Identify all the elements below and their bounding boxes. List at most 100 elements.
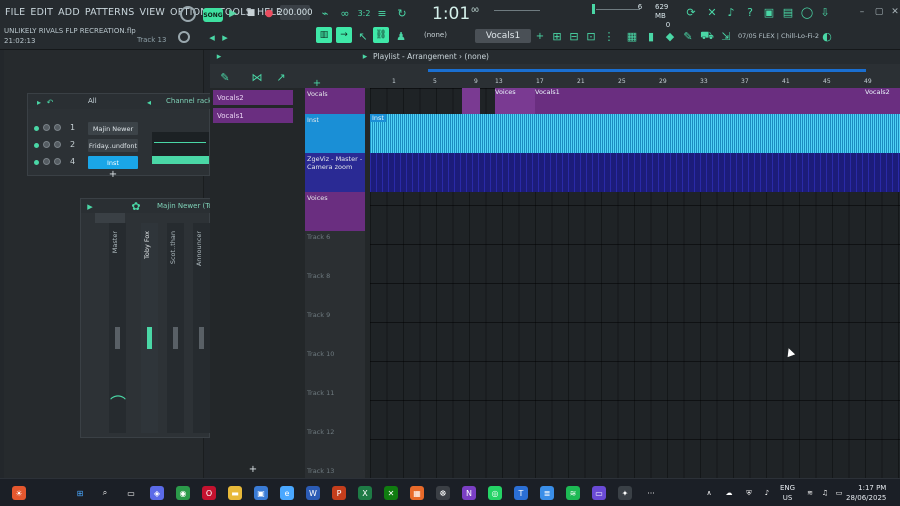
rack-expand-icon[interactable]: ◂ — [142, 95, 156, 109]
track-header[interactable]: ZgeViz - Master - Camera zoom — [305, 153, 365, 192]
mixer-strip[interactable]: Toby Fox — [141, 223, 158, 433]
link-icon[interactable]: ⛓ — [373, 27, 389, 43]
pan-knob-icon[interactable] — [43, 158, 50, 165]
close-icon[interactable]: ✕ — [888, 5, 900, 19]
draw-tool-icon[interactable]: ✎ — [218, 70, 232, 84]
menu-patterns[interactable]: PATTERNS — [84, 7, 136, 18]
pattern-selector[interactable]: Vocals1 — [475, 29, 531, 43]
chevron-up-icon[interactable]: ∧ — [702, 486, 716, 500]
preset-browse-icon[interactable]: ◐ — [820, 29, 834, 43]
playlist-menu-icon[interactable]: ▸ — [212, 50, 226, 64]
master-link-icon[interactable]: ⌒ — [110, 394, 126, 413]
channel-led[interactable] — [34, 126, 39, 131]
maximize-icon[interactable]: ▢ — [872, 5, 886, 19]
cart-icon[interactable]: ⛟ — [700, 29, 714, 43]
pitch-knob-icon[interactable] — [178, 31, 190, 43]
automation-clip[interactable] — [370, 153, 900, 192]
plugin-picker-icon[interactable]: ▮ — [644, 29, 658, 43]
stop-button[interactable]: ■ — [244, 6, 258, 20]
search-icon[interactable]: ⌕ — [98, 486, 112, 500]
song-position[interactable]: 1:01 00 — [432, 3, 488, 25]
vocal-clip[interactable]: Voices — [495, 88, 535, 114]
teams-icon[interactable]: T — [514, 486, 528, 500]
fader[interactable] — [115, 327, 120, 349]
onenote-icon[interactable]: N — [462, 486, 476, 500]
microphone-icon[interactable]: ♪ — [724, 5, 738, 19]
cloud-icon[interactable]: ☁ — [722, 486, 736, 500]
picker-add-icon[interactable]: + — [246, 462, 260, 476]
fader[interactable] — [147, 327, 152, 349]
snap-right-icon[interactable]: ▸ — [218, 30, 232, 44]
mixer-strip[interactable]: Announcer — [193, 223, 210, 433]
fader[interactable] — [173, 327, 178, 349]
picker-item[interactable]: Vocals2 — [213, 90, 293, 105]
help-icon[interactable]: ? — [743, 5, 757, 19]
security-icon[interactable]: ⛨ — [742, 486, 756, 500]
channel-rack-icon[interactable]: ⋮ — [602, 29, 616, 43]
menu-edit[interactable]: EDIT — [29, 7, 54, 18]
rack-undo-icon[interactable]: ↶ — [43, 95, 57, 109]
mixer-gear-icon[interactable]: ✿ — [129, 199, 143, 213]
render-icon[interactable]: ▤ — [781, 5, 795, 19]
snap-left-icon[interactable]: ◂ — [205, 30, 219, 44]
horizontal-scrollbar[interactable] — [428, 69, 866, 72]
channel-button[interactable]: Friday..undfont — [88, 139, 138, 152]
tools-icon[interactable]: ✎ — [681, 29, 695, 43]
playlist-pattern[interactable]: (none) — [464, 52, 489, 61]
track-header[interactable]: Track 12 — [305, 426, 365, 465]
timeline-ruler[interactable]: 1 5 9 13 17 21 25 29 33 37 41 45 49 — [370, 77, 900, 88]
menu-add[interactable]: ADD — [57, 7, 81, 18]
track-header[interactable]: Track 13 — [305, 465, 365, 478]
mixer-tab[interactable] — [95, 213, 125, 223]
pan-knob-icon[interactable] — [43, 124, 50, 131]
file-explorer-icon[interactable]: ▬ — [228, 486, 242, 500]
pin-icon[interactable]: ♟ — [394, 29, 408, 43]
save-icon[interactable]: ▣ — [762, 5, 776, 19]
mixer-icon[interactable]: ⊞ — [550, 29, 564, 43]
powerpoint-icon[interactable]: P — [332, 486, 346, 500]
tuner-icon[interactable]: ✕ — [705, 5, 719, 19]
channel-button[interactable]: Majin Newer — [88, 122, 138, 135]
tempo-display[interactable]: 200.000 — [277, 5, 313, 20]
vocal-clip[interactable]: Vocals2 — [865, 88, 900, 114]
channel-led[interactable] — [34, 143, 39, 148]
snap-value[interactable]: (none) — [424, 31, 447, 39]
track-header[interactable]: Vocals — [305, 88, 365, 114]
chat-icon[interactable]: ◯ — [800, 5, 814, 19]
project-browser-icon[interactable]: ◆ — [663, 29, 677, 43]
blend-icon[interactable]: ≡ — [375, 6, 389, 20]
excel-icon[interactable]: X — [358, 486, 372, 500]
inst-audio-clip[interactable]: Inst — [370, 114, 900, 153]
select-tool-icon[interactable]: ⋈ — [250, 70, 264, 84]
pan-knob-icon[interactable] — [43, 141, 50, 148]
channel-led[interactable] — [34, 160, 39, 165]
task-view-icon[interactable]: ▭ — [124, 486, 138, 500]
notepad-icon[interactable]: ≣ — [540, 486, 554, 500]
volume-knob-icon[interactable] — [54, 158, 61, 165]
play-button[interactable]: ▶ — [226, 6, 240, 20]
system-clock[interactable]: 1:17 PM 28/06/2025 — [846, 483, 886, 503]
loop-record-icon[interactable]: ↻ — [395, 6, 409, 20]
copilot-icon[interactable]: ◈ — [150, 486, 164, 500]
fader[interactable] — [199, 327, 204, 349]
track-header[interactable]: Track 9 — [305, 309, 365, 348]
volume-icon[interactable]: ♫ — [818, 486, 832, 500]
menu-file[interactable]: FILE — [4, 7, 26, 18]
track-header[interactable]: Inst — [305, 114, 365, 153]
edge-icon[interactable]: e — [280, 486, 294, 500]
track-header[interactable]: Track 11 — [305, 387, 365, 426]
selected-steps[interactable] — [152, 156, 209, 164]
weather-icon[interactable]: ☀ — [12, 486, 26, 500]
add-channel-icon[interactable]: + — [106, 167, 120, 181]
mic-icon[interactable]: ♪ — [760, 486, 774, 500]
zoom-tool-icon[interactable]: ↗ — [274, 70, 288, 84]
menu-view[interactable]: VIEW — [139, 7, 167, 18]
piano-roll-icon[interactable]: ⊡ — [584, 29, 598, 43]
more-apps-icon[interactable]: ··· — [644, 486, 658, 500]
vocal-clip[interactable]: Vocals1 — [535, 88, 865, 114]
undo-history-icon[interactable]: ⟳ — [684, 5, 698, 19]
volume-knob-icon[interactable] — [54, 141, 61, 148]
playlist-arrow-icon[interactable]: ▸ — [358, 50, 372, 64]
word-icon[interactable]: W — [306, 486, 320, 500]
photos-icon[interactable]: ▦ — [410, 486, 424, 500]
